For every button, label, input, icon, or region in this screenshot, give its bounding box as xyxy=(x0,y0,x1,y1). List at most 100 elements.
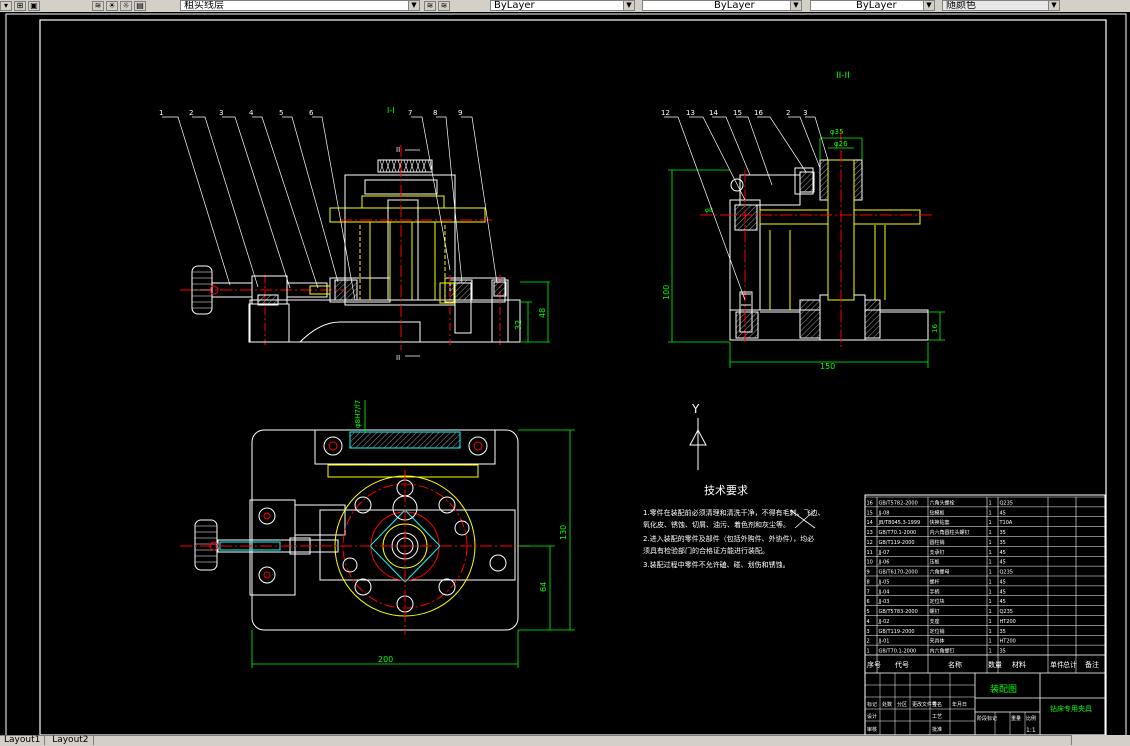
horizontal-scrollbar[interactable] xyxy=(1071,735,1130,745)
sun-icon[interactable]: ☼ xyxy=(120,0,132,11)
bom-cell: 3 xyxy=(867,629,870,635)
bom-cell: 4 xyxy=(867,619,870,625)
chevron-down-icon[interactable]: ▼ xyxy=(1048,1,1059,10)
tech-note-3: 2.进入装配的零件及部件（包括外购件、外协件），均必 xyxy=(643,534,814,543)
bom-cell: Q235 xyxy=(1000,570,1013,576)
lightbulb-icon[interactable]: ☀ xyxy=(106,0,118,11)
balloon-14: 14 xyxy=(709,109,718,117)
bom-cell: 35 xyxy=(1000,629,1006,635)
bom-cell: 10 xyxy=(867,560,873,566)
bom-cell: 螺杆 xyxy=(930,578,940,585)
make-current-icon[interactable]: ≋ xyxy=(424,0,436,11)
bom-cell: JJ-04 xyxy=(878,589,890,595)
bom-cell: GB/T119-2000 xyxy=(879,540,915,546)
color-combo[interactable]: ByLayer ▼ xyxy=(490,0,635,11)
lineweight-combo[interactable]: ByLayer ▼ xyxy=(810,0,935,11)
bom-cell: 11 xyxy=(867,550,873,556)
bom-header-cell: 材料 xyxy=(1012,660,1026,669)
roughness-letter: Y xyxy=(691,402,700,416)
bom-cell: 1 xyxy=(989,629,992,635)
bom-cell: 圆柱销 xyxy=(930,539,945,546)
layer-combo[interactable]: 粗实线层 ▼ xyxy=(180,0,420,11)
bom-cell: 钻模板 xyxy=(930,509,945,516)
bom-cell: 45 xyxy=(1000,599,1006,605)
bom-cell: 六角头螺栓 xyxy=(930,499,955,506)
chevron-down-icon[interactable]: ▼ xyxy=(790,1,801,10)
bom-header-cell: 备注 xyxy=(1085,660,1099,669)
balloon-15: 15 xyxy=(733,109,742,117)
bom-cell: 35 xyxy=(1000,649,1006,655)
lineweight-value: ByLayer xyxy=(856,0,897,11)
layout-tabs: Layout1 Layout2 xyxy=(0,735,1130,746)
lock-icon[interactable]: ▤ xyxy=(134,0,146,11)
bom-cell: 9 xyxy=(867,570,870,576)
bom-header-cell: 名称 xyxy=(948,660,962,669)
layer-prev-icon[interactable]: ▣ xyxy=(28,0,40,11)
balloon-6: 6 xyxy=(309,109,314,117)
stage-weight: 重量 xyxy=(1011,715,1021,722)
bom-header-cell: 单件 xyxy=(1050,660,1064,669)
bom-cell: HT200 xyxy=(1000,619,1016,625)
dim-phi26: φ26 xyxy=(834,140,848,148)
bom-cell: HT200 xyxy=(1000,639,1016,645)
balloon-9: 9 xyxy=(458,109,462,117)
bom-cell: 1 xyxy=(989,570,992,576)
tech-title: 技术要求 xyxy=(704,484,748,497)
chevron-down-icon[interactable]: ▼ xyxy=(408,1,419,10)
balloon-16: 16 xyxy=(754,109,763,117)
balloon-3: 3 xyxy=(219,109,223,117)
bom-cell: 压板 xyxy=(930,559,940,566)
bom-cell: JB/T8045.3-1999 xyxy=(878,520,921,526)
company-name: 钻床专用夹具 xyxy=(1050,704,1092,713)
plotstyle-value: 随颜色 xyxy=(946,0,976,11)
bom-cell: 16 xyxy=(867,500,873,506)
dim-150: 150 xyxy=(820,362,835,371)
drawing-name: 装配图 xyxy=(990,683,1017,695)
arrow-label-bottom: II xyxy=(396,354,400,362)
drawing-canvas[interactable]: 32 48 1 2 3 4 5 6 7 8 9 I-I II II 100 15… xyxy=(0,12,1130,735)
chevron-down-icon[interactable]: ▼ xyxy=(923,1,934,10)
sign-label-signature: 签名 xyxy=(932,701,942,708)
bom-header-cell: 序号 xyxy=(867,660,881,669)
bom-cell: 35 xyxy=(1000,530,1006,536)
bom-header-cell: 代号 xyxy=(895,660,909,669)
bom-cell: GB/T70.1-2000 xyxy=(879,530,917,536)
sign-label-mark: 标记 xyxy=(867,701,877,708)
bom-cell: 1 xyxy=(989,530,992,536)
bom-cell: 1 xyxy=(989,619,992,625)
layer-stack-icon[interactable]: ≋ xyxy=(92,0,104,11)
bom-cell: 1 xyxy=(989,649,992,655)
layer-state-icon[interactable]: ⊞ xyxy=(14,0,26,11)
sign-label-count: 处数 xyxy=(882,701,892,708)
bom-cell: 1 xyxy=(867,649,870,655)
bom-cell: 45 xyxy=(1000,510,1006,516)
balloon-8: 8 xyxy=(433,109,437,117)
balloon-3b: 3 xyxy=(803,109,807,117)
bom-cell: JJ-06 xyxy=(878,560,890,566)
stage-scale: 比例 xyxy=(1026,715,1036,722)
bom-header-cell: 总计 xyxy=(1063,660,1077,669)
linetype-combo[interactable]: ByLayer ▼ xyxy=(642,0,802,11)
dim-phi-top: φ8H7/f7 xyxy=(354,400,362,428)
plotstyle-combo[interactable]: 随颜色 ▼ xyxy=(942,0,1060,11)
sign-label-zone: 分区 xyxy=(897,701,907,708)
bom-cell: 45 xyxy=(1000,560,1006,566)
stage-mark: 阶段标记 xyxy=(977,715,997,722)
layer-manager-icon[interactable]: ▾ xyxy=(0,0,12,11)
bom-cell: 螺钉 xyxy=(930,608,940,615)
bom-cell: GB/T5783-2000 xyxy=(879,609,918,615)
role-process: 工艺 xyxy=(932,714,942,720)
role-review: 审核 xyxy=(867,726,877,733)
bom-cell: JJ-08 xyxy=(878,510,890,516)
chevron-down-icon[interactable]: ▼ xyxy=(623,1,634,10)
dim-phi8: φ8 xyxy=(705,207,713,214)
bom-cell: 1 xyxy=(989,579,992,585)
layer-previous-icon[interactable]: ≋ xyxy=(438,0,450,11)
balloon-1: 1 xyxy=(159,109,163,117)
bom-cell: 8 xyxy=(867,579,870,585)
linetype-value: ByLayer xyxy=(714,0,755,11)
dim-16: 16 xyxy=(931,324,939,333)
bom-cell: 1 xyxy=(989,560,992,566)
tab-layout2[interactable]: Layout2 xyxy=(48,736,94,745)
tab-layout1[interactable]: Layout1 xyxy=(0,736,46,745)
